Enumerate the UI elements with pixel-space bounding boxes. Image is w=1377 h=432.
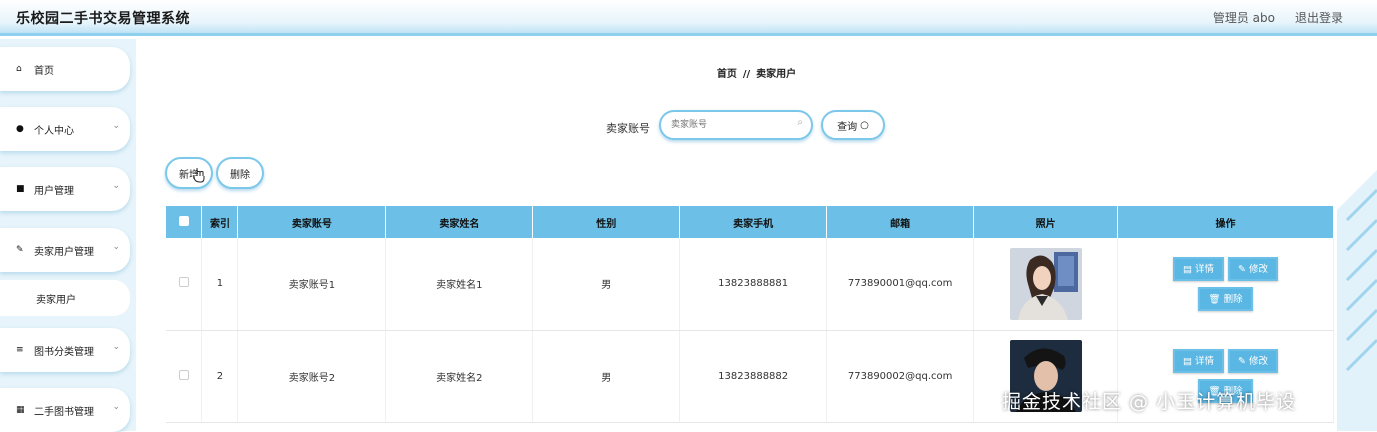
cell-index: 2 bbox=[201, 330, 239, 423]
select-all-cell[interactable] bbox=[166, 206, 203, 238]
cell-photo bbox=[973, 238, 1119, 331]
cell-name: 卖家姓名1 bbox=[385, 238, 534, 331]
sidebar-item-seller-management[interactable]: ✎ 卖家用户管理 ⌄ bbox=[0, 228, 130, 272]
sidebar-item-home[interactable]: ⌂ 首页 bbox=[0, 47, 130, 91]
list-icon: ≡ bbox=[16, 345, 24, 355]
home-icon: ⌂ bbox=[16, 64, 22, 74]
edit-icon: ✎ bbox=[16, 245, 24, 255]
cell-name: 卖家姓名2 bbox=[385, 330, 534, 423]
cell-actions: ▤ 详情 ✎ 修改 🗑 删除 bbox=[1117, 238, 1334, 331]
sidebar-item-user-management[interactable]: ■ 用户管理 ⌄ bbox=[0, 167, 130, 211]
column-header-index: 索引 bbox=[201, 206, 239, 238]
delete-label: 删除 bbox=[230, 169, 250, 181]
select-all-checkbox[interactable] bbox=[178, 215, 189, 226]
add-button[interactable]: 新增 bbox=[165, 157, 213, 189]
column-header-gender: 性别 bbox=[532, 206, 681, 238]
table-row: 1 卖家账号1 卖家姓名1 男 13823888881 773890001@qq… bbox=[166, 238, 1334, 331]
search-label: 卖家账号 bbox=[606, 122, 650, 135]
hand-cursor-icon bbox=[193, 168, 205, 183]
cell-phone: 13823888881 bbox=[679, 238, 828, 331]
search-icon: ⌕ bbox=[797, 117, 803, 128]
seller-photo[interactable] bbox=[1009, 247, 1082, 320]
sidebar-item-label: 图书分类管理 bbox=[34, 346, 94, 358]
row-checkbox[interactable] bbox=[178, 277, 189, 288]
column-header-photo: 照片 bbox=[973, 206, 1119, 238]
sidebar-subitem-seller-users[interactable]: 卖家用户 bbox=[0, 280, 130, 316]
query-button[interactable]: 查询 ○ bbox=[821, 110, 885, 140]
table-header-row: 索引 卖家账号 卖家姓名 性别 卖家手机 邮箱 照片 操作 bbox=[166, 206, 1334, 238]
detail-button[interactable]: ▤ 详情 bbox=[1173, 256, 1225, 281]
query-label: 查询 bbox=[837, 121, 858, 133]
sidebar-item-label: 卖家用户管理 bbox=[34, 246, 94, 258]
sidebar-item-label: 个人中心 bbox=[34, 125, 74, 137]
cell-account: 卖家账号1 bbox=[237, 238, 387, 331]
cell-email: 773890001@qq.com bbox=[826, 238, 975, 331]
current-user[interactable]: 管理员 abo bbox=[1213, 9, 1275, 26]
chevron-down-icon: ⌄ bbox=[112, 181, 120, 191]
row-select-cell[interactable] bbox=[166, 238, 203, 331]
cell-phone: 13823888882 bbox=[679, 330, 828, 423]
decorative-stripes bbox=[1337, 170, 1377, 431]
cell-account: 卖家账号2 bbox=[237, 330, 387, 423]
sidebar-item-label: 用户管理 bbox=[34, 185, 74, 197]
edit-button[interactable]: ✎ 修改 bbox=[1228, 256, 1279, 281]
cell-email: 773890002@qq.com bbox=[826, 330, 975, 423]
sidebar-item-label: 首页 bbox=[34, 65, 54, 77]
search-icon: ○ bbox=[860, 119, 869, 131]
column-header-account: 卖家账号 bbox=[237, 206, 387, 238]
detail-button[interactable]: ▤ 详情 bbox=[1173, 349, 1225, 373]
sidebar-item-label: 二手图书管理 bbox=[34, 406, 94, 418]
row-select-cell[interactable] bbox=[166, 330, 203, 423]
sidebar-item-book-management[interactable]: ▦ 二手图书管理 ⌄ bbox=[0, 388, 130, 432]
column-header-name: 卖家姓名 bbox=[385, 206, 534, 238]
chevron-down-icon: ⌄ bbox=[112, 402, 120, 412]
cell-index: 1 bbox=[201, 238, 239, 331]
grid-icon: ▦ bbox=[16, 405, 25, 415]
sidebar-item-category-management[interactable]: ≡ 图书分类管理 ⌄ bbox=[0, 328, 130, 372]
logout-link[interactable]: 退出登录 bbox=[1295, 9, 1343, 26]
search-box: ⌕ bbox=[659, 110, 813, 140]
monitor-icon: ■ bbox=[16, 184, 25, 194]
edit-button[interactable]: ✎ 修改 bbox=[1228, 349, 1279, 373]
column-header-phone: 卖家手机 bbox=[679, 206, 828, 238]
breadcrumb-separator: // bbox=[742, 69, 751, 80]
batch-delete-button[interactable]: 删除 bbox=[216, 157, 264, 189]
cell-gender: 男 bbox=[532, 330, 681, 423]
search-input[interactable] bbox=[671, 118, 789, 132]
column-header-email: 邮箱 bbox=[826, 206, 975, 238]
breadcrumb-current: 卖家用户 bbox=[756, 69, 797, 80]
user-icon: ● bbox=[16, 124, 24, 134]
app-title: 乐校园二手书交易管理系统 bbox=[16, 11, 190, 27]
sidebar: ⌂ 首页 ● 个人中心 ⌄ ■ 用户管理 ⌄ ✎ 卖家用户管理 ⌄ 卖家用户 ≡… bbox=[0, 39, 136, 432]
breadcrumb-home[interactable]: 首页 bbox=[717, 69, 737, 80]
breadcrumb: 首页 // 卖家用户 bbox=[136, 65, 1377, 80]
chevron-down-icon: ⌄ bbox=[112, 242, 120, 252]
cell-gender: 男 bbox=[532, 238, 681, 331]
row-checkbox[interactable] bbox=[178, 369, 189, 380]
sidebar-item-profile[interactable]: ● 个人中心 ⌄ bbox=[0, 107, 130, 151]
chevron-down-icon: ⌄ bbox=[112, 121, 120, 131]
delete-button[interactable]: 🗑 删除 bbox=[1198, 286, 1253, 311]
watermark: 掘金技术社区 @ 小玉计算机毕设 bbox=[1002, 391, 1297, 413]
top-bar: 乐校园二手书交易管理系统 管理员 abo 退出登录 bbox=[0, 0, 1377, 36]
chevron-down-icon: ⌄ bbox=[112, 342, 120, 352]
column-header-actions: 操作 bbox=[1117, 206, 1334, 238]
